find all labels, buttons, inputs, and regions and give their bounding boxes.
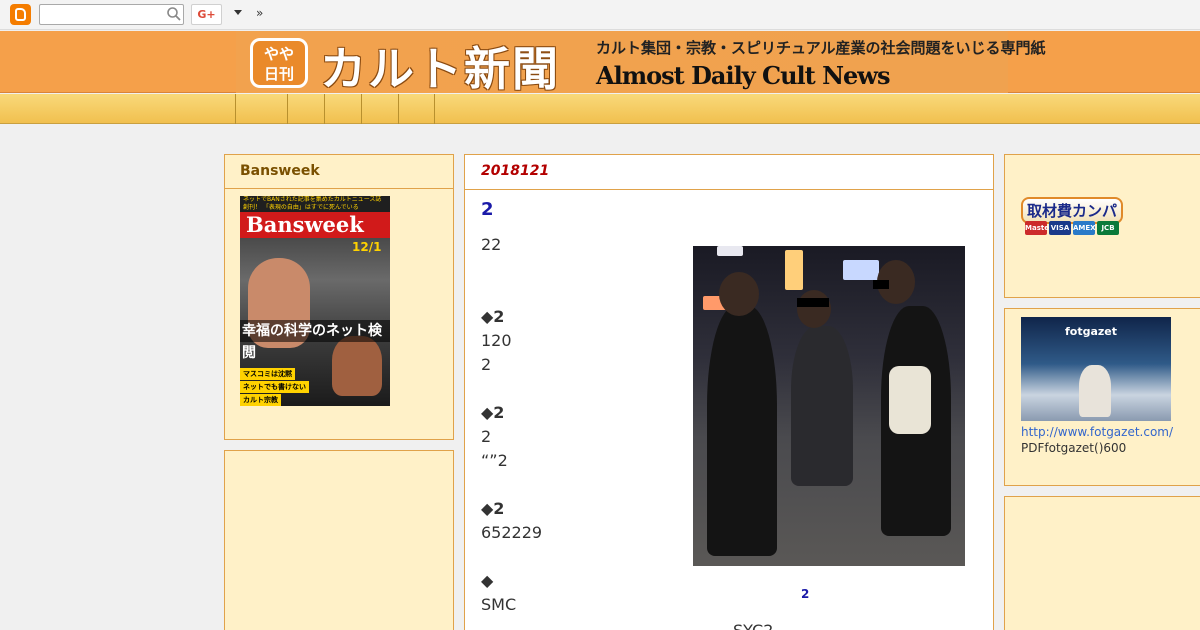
post-text: 2 — [481, 355, 492, 374]
fotgazet-description: PDFfotgazet()600 — [1021, 441, 1127, 455]
fotgazet-link[interactable]: http://www.fotgazet.com/ — [1021, 425, 1173, 439]
post-text: ◆2 — [481, 307, 505, 326]
person-figure — [791, 326, 853, 486]
censor-bar — [873, 280, 889, 289]
cover-tag: マスコミは沈黙 — [240, 368, 295, 380]
post-date: 2018121 — [481, 163, 550, 179]
post-text: ◆2 — [481, 403, 505, 422]
tab-1[interactable] — [235, 94, 287, 124]
blogger-navbar: G+ » — [0, 0, 1200, 30]
post-title[interactable]: 2 — [481, 199, 494, 220]
header-banner[interactable]: やや 日刊 カルト新聞 カルト集団・宗教・スピリチュアル産業の社会問題をいじる専… — [236, 31, 1046, 96]
tab-2[interactable] — [287, 94, 324, 124]
kanpa-title[interactable]: 取材費カンパ — [1021, 197, 1124, 224]
face-illustration — [332, 336, 382, 396]
blog-search-input[interactable] — [39, 4, 184, 25]
google-plus-button[interactable]: G+ — [191, 4, 222, 25]
bansweek-widget: Bansweek ネットでBANされた記事を集めたカルトニュース誌創刊！ 「表現… — [224, 154, 454, 440]
cover-date: 12/1 — [352, 240, 382, 254]
yaya-nikkan-badge: やや 日刊 — [250, 38, 308, 88]
left-widget-empty — [224, 450, 454, 630]
post-text: SYC2 — [733, 621, 773, 630]
blog-post: 2018121 2 22 ◆2 120 2 ◆2 2 “”2 ◆2 652229… — [464, 154, 994, 630]
photo-caption: 2 — [801, 587, 810, 601]
blog-title: カルト新聞 — [320, 42, 560, 96]
blogger-icon[interactable] — [10, 4, 31, 25]
fotgazet-logo: fotgazet — [1065, 325, 1118, 338]
more-button[interactable]: » — [256, 6, 263, 20]
fotgazet-widget: fotgazet http://www.fotgazet.com/ PDFfot… — [1004, 308, 1200, 486]
widget-title: Bansweek — [240, 163, 320, 179]
blog-header: やや 日刊 カルト新聞 カルト集団・宗教・スピリチュアル産業の社会問題をいじる専… — [0, 31, 1200, 96]
tab-3[interactable] — [324, 94, 361, 124]
cover-tag: ネットでも書けない — [240, 381, 309, 393]
post-text: 652229 — [481, 523, 543, 542]
right-widget-empty — [1004, 496, 1200, 630]
person-figure — [707, 306, 777, 556]
cover-brand: Bansweek — [240, 212, 390, 238]
chevron-down-icon[interactable] — [234, 10, 242, 15]
cover-top-text: ネットでBANされた記事を集めたカルトニュース誌創刊！ 「表現の自由」はすでに死… — [240, 196, 390, 212]
figure-illustration — [1079, 365, 1111, 417]
fotgazet-image[interactable]: fotgazet — [1021, 317, 1171, 421]
tab-5[interactable] — [398, 94, 435, 124]
street-photo[interactable] — [693, 246, 965, 566]
post-text: 22 — [481, 235, 502, 254]
sign-light — [785, 250, 803, 290]
amex-icon: AMEX — [1073, 221, 1096, 235]
person-head — [797, 290, 831, 328]
tote-bag — [889, 366, 931, 434]
divider — [465, 189, 993, 190]
person-head — [719, 272, 759, 316]
blog-english-title: Almost Daily Cult News — [596, 61, 890, 90]
cover-tag: カルト宗教 — [240, 394, 281, 406]
jcb-icon: JCB — [1097, 221, 1119, 235]
mastercard-icon: Master — [1025, 221, 1052, 235]
divider — [225, 188, 453, 189]
cover-headline: 幸福の科学のネット検閲 — [240, 320, 390, 361]
post-text: SMC — [481, 595, 517, 614]
tab-4[interactable] — [361, 94, 398, 124]
post-text: “”2 — [481, 451, 508, 470]
post-text: 2 — [481, 427, 492, 446]
visa-icon: VISA — [1049, 221, 1071, 235]
sign-light — [843, 260, 879, 280]
post-text: ◆ — [481, 571, 494, 590]
sign-light — [717, 246, 743, 256]
post-text: 120 — [481, 331, 512, 350]
post-text: ◆2 — [481, 499, 505, 518]
page-tabs-bar — [0, 94, 1200, 124]
donation-widget: 取材費カンパ Master VISA AMEX JCB — [1004, 154, 1200, 298]
bansweek-cover-image[interactable]: ネットでBANされた記事を集めたカルトニュース誌創刊！ 「表現の自由」はすでに死… — [240, 196, 390, 406]
blog-subtitle: カルト集団・宗教・スピリチュアル産業の社会問題をいじる専門紙 — [596, 39, 1046, 57]
search-icon[interactable] — [166, 6, 182, 22]
censor-bar — [797, 298, 829, 307]
